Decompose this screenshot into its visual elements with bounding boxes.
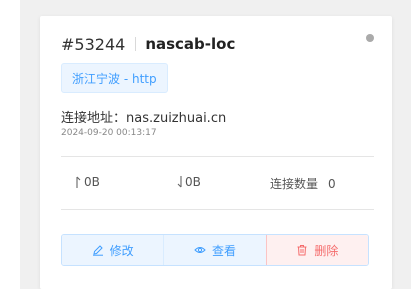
eye-icon (194, 247, 206, 253)
download-stat: 0B (176, 175, 201, 189)
edit-label: 修改 (109, 243, 134, 258)
sidebar-edge (0, 0, 20, 289)
upload-value: 0B (84, 175, 100, 189)
timestamp: 2024-09-20 00:13:17 (61, 128, 157, 138)
action-button-group: 修改 查看 删除 (61, 234, 369, 266)
status-dot (366, 34, 374, 42)
address-label: 连接地址： (61, 111, 127, 126)
connections-label: 连接数量 (270, 177, 319, 191)
card-header: #53244 nascab-loc (61, 34, 235, 54)
delete-label: 删除 (314, 243, 339, 258)
connections-value: 0 (328, 176, 336, 191)
node-name: nascab-loc (145, 35, 236, 53)
arrow-up-icon (76, 176, 81, 188)
download-value: 0B (185, 175, 201, 189)
divider (61, 156, 374, 157)
stats-row: 0B 0B 连接数量 0 (61, 172, 374, 192)
view-button[interactable]: 查看 (163, 235, 266, 265)
divider (61, 209, 374, 210)
node-card: #53244 nascab-loc 浙江宁波 - http 连接地址：nas.z… (40, 16, 392, 289)
trash-icon (297, 245, 307, 256)
address-value: nas.zuizhuai.cn (126, 111, 227, 126)
node-id: #53244 (61, 34, 126, 54)
delete-button[interactable]: 删除 (265, 235, 368, 265)
header-divider (135, 37, 137, 51)
edit-button[interactable]: 修改 (62, 235, 164, 265)
connection-address: 连接地址：nas.zuizhuai.cn (61, 107, 226, 126)
edit-icon (92, 245, 103, 256)
location-tag: 浙江宁波 - http (61, 63, 168, 93)
arrow-down-icon (177, 176, 182, 188)
view-label: 查看 (211, 243, 236, 258)
connections-stat: 连接数量 0 (270, 175, 336, 192)
page: #53244 nascab-loc 浙江宁波 - http 连接地址：nas.z… (0, 0, 411, 289)
upload-stat: 0B (75, 175, 100, 189)
